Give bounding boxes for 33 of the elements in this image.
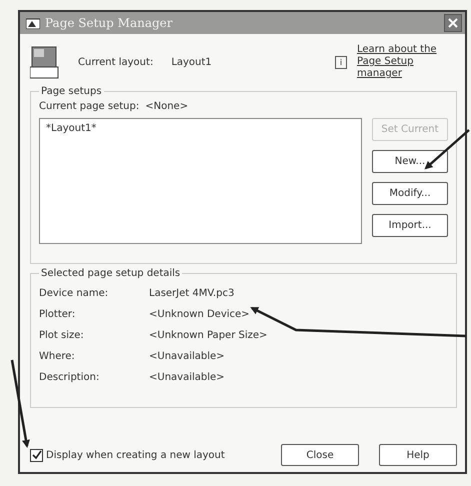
page-setup-list[interactable]: *Layout1* bbox=[39, 118, 362, 244]
current-layout-value: Layout1 bbox=[171, 56, 212, 68]
setup-button[interactable]: New... bbox=[372, 150, 448, 173]
current-layout-label: Current layout: bbox=[78, 56, 154, 68]
detail-value: <Unknown Paper Size> bbox=[149, 330, 268, 341]
dialog-button[interactable]: Close bbox=[281, 444, 359, 466]
group-label: Page setups bbox=[40, 86, 103, 97]
check-icon bbox=[32, 450, 42, 460]
detail-label: Description: bbox=[39, 372, 100, 383]
checkbox[interactable] bbox=[30, 448, 43, 462]
help-link[interactable]: Learn about the Page Setup manager bbox=[357, 44, 457, 80]
window-title: Page Setup Manager bbox=[45, 16, 172, 30]
current-setup-value: <None> bbox=[145, 101, 188, 112]
list-item[interactable]: *Layout1* bbox=[46, 122, 355, 135]
detail-label: Plotter: bbox=[39, 309, 76, 320]
detail-value: <Unavailable> bbox=[149, 372, 225, 383]
detail-value: LaserJet 4MV.pc3 bbox=[149, 288, 234, 299]
setup-button[interactable]: Modify... bbox=[372, 182, 448, 205]
dialog-button[interactable]: Help bbox=[379, 444, 457, 466]
close-button[interactable] bbox=[444, 14, 462, 32]
current-setup-label: Current page setup: bbox=[39, 101, 140, 112]
detail-value: <Unknown Device> bbox=[149, 309, 250, 320]
display-checkbox[interactable]: Display when creating a new layout bbox=[30, 448, 225, 462]
detail-label: Where: bbox=[39, 351, 76, 362]
info-icon: i bbox=[335, 56, 347, 68]
detail-value: <Unavailable> bbox=[149, 351, 225, 362]
drawing-file-icon bbox=[30, 45, 60, 79]
app-icon bbox=[26, 17, 40, 29]
detail-label: Plot size: bbox=[39, 330, 85, 341]
detail-label: Device name: bbox=[39, 288, 110, 299]
close-icon bbox=[447, 17, 459, 29]
group-label: Selected page setup details bbox=[40, 268, 182, 279]
setup-button[interactable]: Import... bbox=[372, 214, 448, 237]
